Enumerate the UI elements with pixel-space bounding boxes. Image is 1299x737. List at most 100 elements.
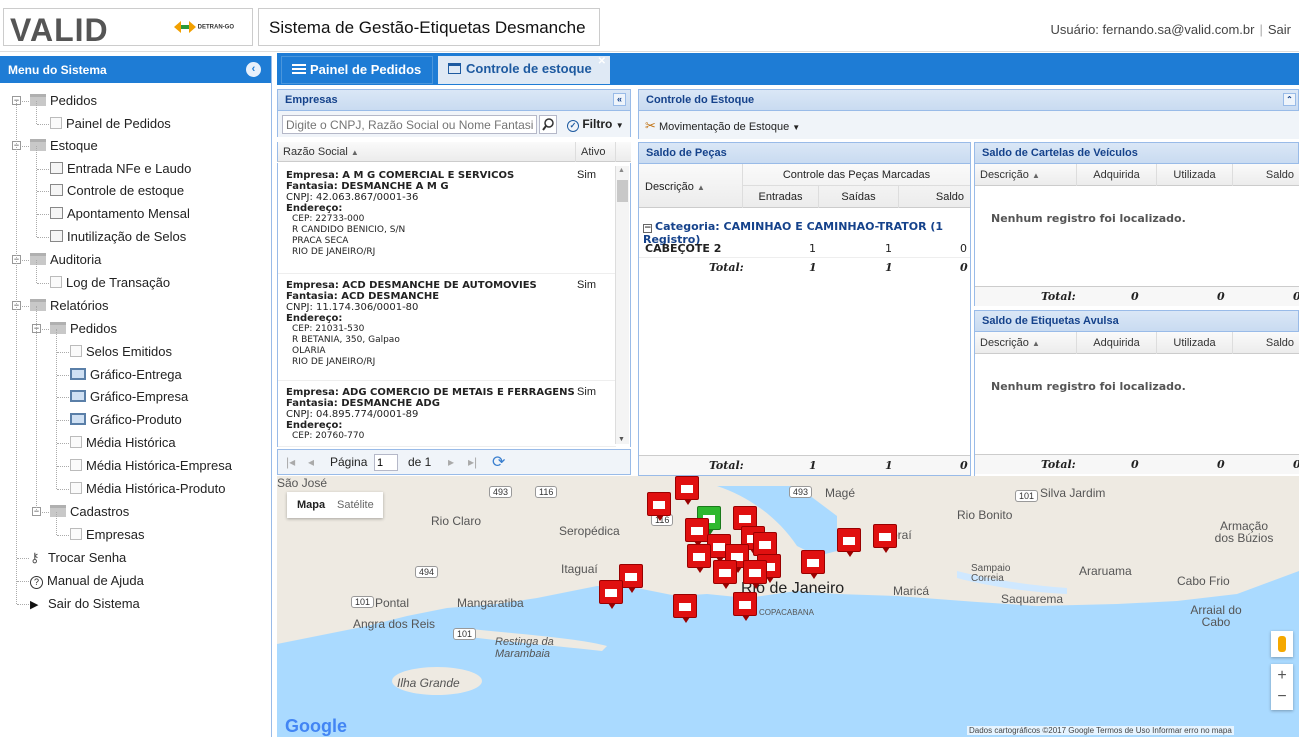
col-entradas[interactable]: Entradas — [743, 186, 819, 208]
col-adquirida[interactable]: Adquirida — [1077, 164, 1157, 186]
factory-marker-icon[interactable] — [673, 594, 697, 623]
sidebar-item-grafico-entrega[interactable]: Gráfico-Entrega — [70, 365, 182, 385]
collapse-left-icon[interactable]: « — [613, 93, 626, 106]
sidebar-item-trocar-senha[interactable]: ⚷ Trocar Senha — [30, 548, 126, 568]
last-page-icon[interactable]: ▸| — [468, 455, 477, 469]
map-type-satelite[interactable]: Satélite — [337, 499, 374, 511]
saldo-pecas-title: Saldo de Peças — [646, 147, 727, 159]
col-adquirida[interactable]: Adquirida — [1077, 332, 1157, 354]
tab-painel-pedidos[interactable]: Painel de Pedidos — [281, 56, 433, 84]
page-input[interactable] — [374, 454, 398, 471]
sidebar-item-relatorios[interactable]: Relatórios — [30, 296, 109, 316]
factory-marker-icon[interactable] — [713, 560, 737, 589]
col-saldo[interactable]: Saldo — [1233, 332, 1299, 354]
list-item[interactable]: Empresa: A M G COMERCIAL E SERVICOS Fanta… — [278, 166, 616, 274]
scroll-thumb[interactable] — [617, 180, 628, 202]
zoom-out-button[interactable]: − — [1271, 687, 1293, 710]
table-row[interactable]: CABEÇOTE 2 1 1 0 — [639, 240, 970, 258]
col-utilizada[interactable]: Utilizada — [1157, 164, 1233, 186]
sidebar-item-pedidos[interactable]: Pedidos — [30, 91, 97, 111]
empresa-search-input[interactable] — [282, 115, 537, 134]
prev-page-icon[interactable]: ◂ — [308, 455, 314, 469]
sidebar-item-selos-emitidos[interactable]: Selos Emitidos — [70, 342, 172, 362]
tree-connector — [57, 352, 69, 353]
sidebar-item-media-historica[interactable]: Média Histórica — [70, 433, 176, 453]
factory-marker-icon[interactable] — [801, 550, 825, 579]
factory-marker-icon[interactable] — [837, 528, 861, 557]
map-type-mapa[interactable]: Mapa — [297, 499, 325, 511]
factory-marker-icon[interactable] — [873, 524, 897, 553]
factory-marker-icon[interactable] — [675, 476, 699, 505]
scroll-down-icon[interactable]: ▼ — [618, 436, 625, 443]
col-label: Razão Social — [283, 146, 348, 158]
sidebar-item-label: Média Histórica-Empresa — [86, 458, 232, 473]
col-saldo[interactable]: Saldo — [899, 186, 970, 208]
sidebar-item-entrada-nfe-laudo[interactable]: Entrada NFe e Laudo — [50, 159, 191, 179]
ativo-value: Sim — [577, 279, 596, 291]
sidebar-item-controle-estoque[interactable]: Controle de estoque — [50, 181, 184, 201]
map-label: Cabo Frio — [1177, 574, 1230, 588]
refresh-icon[interactable]: ⟳ — [492, 452, 505, 472]
scroll-up-icon[interactable]: ▲ — [618, 167, 625, 174]
sidebar-item-grafico-empresa[interactable]: Gráfico-Empresa — [70, 387, 188, 407]
col-ativo[interactable]: Ativo — [576, 142, 616, 162]
empresa-endereco-label: Endereço: — [286, 203, 343, 214]
sidebar-item-auditoria[interactable]: Auditoria — [30, 250, 101, 270]
list-item[interactable]: Empresa: ADG COMERCIO DE METAIS E FERRAG… — [278, 383, 616, 447]
factory-marker-icon[interactable] — [733, 592, 757, 621]
pegman-icon[interactable] — [1271, 631, 1293, 657]
col-saidas[interactable]: Saídas — [819, 186, 899, 208]
empresa-cep: CEP: 20760-770 — [292, 431, 365, 441]
sidebar-item-log-transacao[interactable]: Log de Transação — [50, 273, 170, 293]
sidebar-item-manual-ajuda[interactable]: ? Manual de Ajuda — [30, 571, 144, 591]
search-icon[interactable] — [539, 115, 557, 134]
row-entradas: 1 — [809, 242, 816, 255]
sidebar-item-estoque[interactable]: Estoque — [30, 136, 98, 156]
empresa-cnpj: CNPJ: 42.063.867/0001-36 — [286, 192, 419, 203]
factory-marker-icon[interactable] — [647, 492, 671, 521]
exit-icon: ▶ — [30, 599, 39, 611]
factory-marker-icon[interactable] — [753, 532, 777, 561]
list-item[interactable]: Empresa: ACD DESMANCHE DE AUTOMOVIES Fant… — [278, 276, 616, 381]
tab-controle-estoque[interactable]: Controle de estoque ✕ — [438, 56, 610, 84]
map-label: COPACABANA — [759, 608, 814, 617]
empresa-cnpj: CNPJ: 11.174.306/0001-80 — [286, 302, 419, 313]
map-view[interactable]: Mapa Satélite Rio Claro Seropédica Itaguaí… — [277, 476, 1299, 737]
col-saldo[interactable]: Saldo — [1233, 164, 1299, 186]
filter-button[interactable]: ✓ Filtro ▼ — [567, 117, 624, 132]
page-icon — [50, 117, 62, 129]
col-label: Adquirida — [1093, 337, 1140, 349]
col-descricao[interactable]: Descrição ▲ — [975, 164, 1077, 186]
first-page-icon[interactable]: |◂ — [286, 455, 295, 469]
sidebar-item-cadastros[interactable]: Cadastros — [50, 502, 129, 522]
sidebar-item-sair-sistema[interactable]: ▶ Sair do Sistema — [30, 594, 140, 614]
sidebar-item-empresas[interactable]: Empresas — [70, 525, 145, 545]
sidebar-item-label: Média Histórica-Produto — [86, 481, 226, 496]
sidebar-item-painel-pedidos[interactable]: Painel de Pedidos — [50, 114, 171, 134]
sidebar-item-inutilizacao-selos[interactable]: Inutilização de Selos — [50, 227, 186, 247]
factory-marker-icon[interactable] — [743, 560, 767, 589]
movimentacao-menu-button[interactable]: ✂ Movimentação de Estoque ▼ — [645, 118, 800, 134]
factory-marker-icon[interactable] — [599, 580, 623, 609]
col-descricao[interactable]: Descrição ▲ — [639, 164, 743, 208]
factory-marker-icon[interactable] — [687, 544, 711, 573]
scrollbar[interactable]: ▲ ▼ — [615, 166, 629, 444]
collapse-sidebar-icon[interactable]: ‹ — [246, 62, 261, 77]
col-descricao[interactable]: Descrição ▲ — [975, 332, 1077, 354]
collapse-group-icon[interactable]: − — [643, 224, 652, 233]
sidebar-item-relatorios-pedidos[interactable]: Pedidos — [50, 319, 117, 339]
folder-icon — [30, 94, 46, 106]
sidebar-item-grafico-produto[interactable]: Gráfico-Produto — [70, 410, 182, 430]
sidebar-item-apontamento-mensal[interactable]: Apontamento Mensal — [50, 204, 190, 224]
next-page-icon[interactable]: ▸ — [448, 455, 454, 469]
sidebar-item-media-historica-produto[interactable]: Média Histórica-Produto — [70, 479, 225, 499]
collapse-up-icon[interactable]: ⌃ — [1283, 93, 1296, 106]
factory-marker-icon[interactable] — [685, 518, 709, 547]
logout-link[interactable]: Sair — [1268, 22, 1291, 37]
zoom-in-button[interactable]: + — [1271, 664, 1293, 687]
col-utilizada[interactable]: Utilizada — [1157, 332, 1233, 354]
col-razao-social[interactable]: Razão Social ▲ — [278, 142, 576, 162]
close-tab-icon[interactable]: ✕ — [598, 56, 606, 67]
sidebar-item-media-historica-empresa[interactable]: Média Histórica-Empresa — [70, 456, 232, 476]
factory-icon — [719, 569, 731, 577]
